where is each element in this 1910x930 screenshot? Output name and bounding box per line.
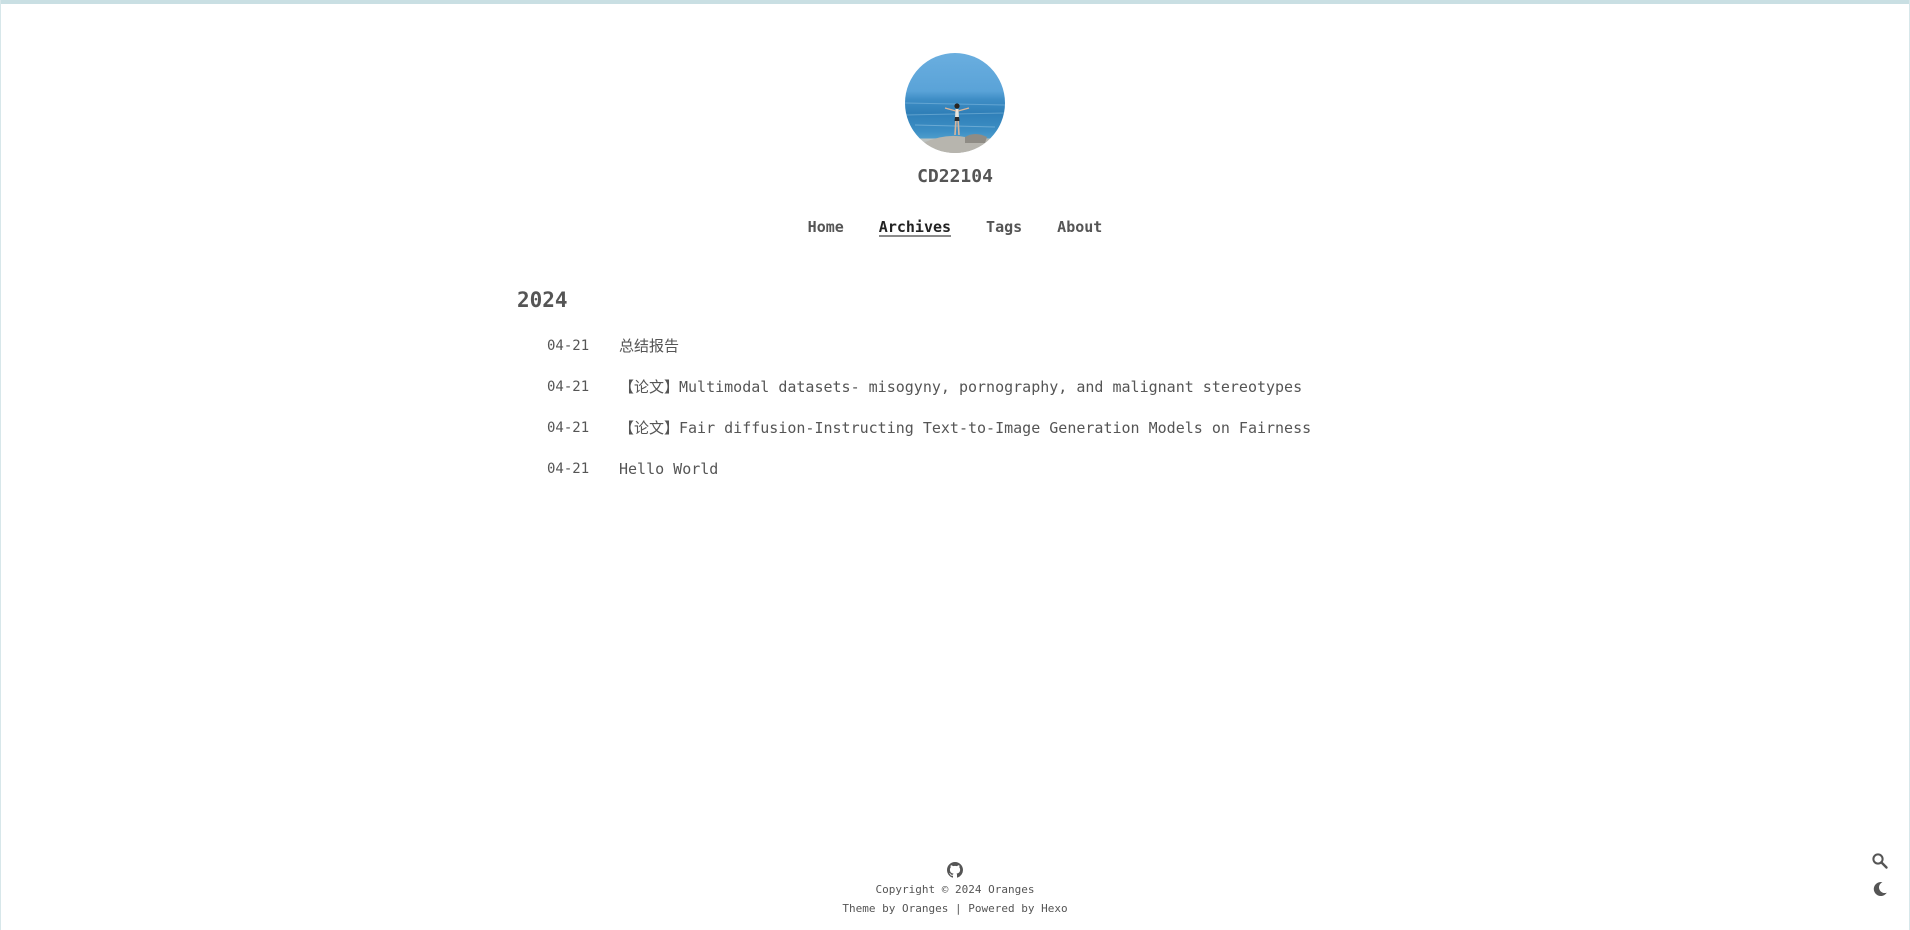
top-border	[0, 0, 1910, 4]
theme-link[interactable]: Oranges	[902, 902, 948, 915]
post-link[interactable]: 【论文】Fair diffusion-Instructing Text-to-I…	[619, 416, 1311, 440]
post-link[interactable]: Hello World	[619, 457, 718, 481]
search-icon[interactable]	[1871, 852, 1889, 870]
site-title: CD22104	[917, 166, 993, 187]
post-list: 04-21 总结报告 04-21 【论文】Multimodal datasets…	[547, 334, 1311, 498]
nav-home[interactable]: Home	[808, 218, 844, 236]
archive-year: 2024	[517, 288, 568, 312]
post-date: 04-21	[547, 461, 590, 477]
list-item: 04-21 总结报告	[547, 334, 1311, 375]
list-item: 04-21 Hello World	[547, 457, 1311, 498]
post-date: 04-21	[547, 338, 590, 354]
post-link[interactable]: 总结报告	[619, 334, 679, 358]
nav-about[interactable]: About	[1057, 218, 1102, 236]
list-item: 04-21 【论文】Multimodal datasets- misogyny,…	[547, 375, 1311, 416]
list-item: 04-21 【论文】Fair diffusion-Instructing Tex…	[547, 416, 1311, 457]
moon-icon[interactable]	[1871, 880, 1889, 898]
post-date: 04-21	[547, 420, 590, 436]
left-border	[0, 0, 1, 930]
post-date: 04-21	[547, 379, 590, 395]
nav-tags[interactable]: Tags	[986, 218, 1022, 236]
copyright: Copyright © 2024 Oranges	[875, 883, 1035, 896]
avatar	[905, 53, 1005, 153]
main-nav: Home Archives Tags About	[0, 218, 1910, 237]
theme-prefix: Theme by	[842, 902, 903, 915]
nav-archives[interactable]: Archives	[878, 218, 952, 237]
post-link[interactable]: 【论文】Multimodal datasets- misogyny, porno…	[619, 375, 1302, 399]
powered-prefix: | Powered by	[948, 902, 1042, 915]
hexo-link[interactable]: Hexo	[1041, 902, 1068, 915]
footer-credits: Theme by Oranges | Powered by Hexo	[0, 899, 1910, 918]
github-icon[interactable]	[947, 862, 963, 878]
footer: Copyright © 2024 Oranges Theme by Orange…	[0, 862, 1910, 918]
